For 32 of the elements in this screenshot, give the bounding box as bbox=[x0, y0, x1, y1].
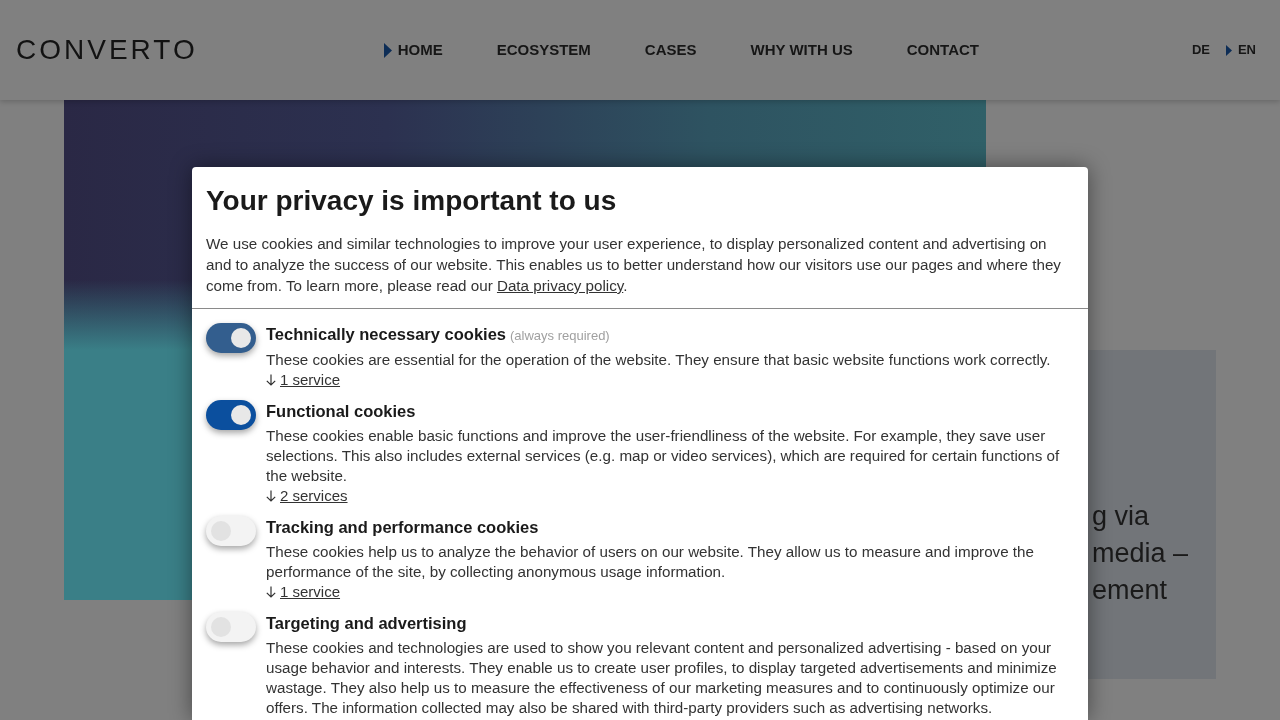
logo[interactable]: CONVERTO bbox=[16, 35, 198, 65]
triangle-marker-icon bbox=[1225, 44, 1232, 56]
services-link[interactable]: 1 service bbox=[266, 582, 341, 602]
toggle-switch[interactable] bbox=[206, 612, 256, 642]
category-title: Targeting and advertising bbox=[266, 614, 467, 632]
toggle-switch[interactable] bbox=[206, 516, 256, 546]
category-description: These cookies are essential for the operation of the website. They ensure that basic website functions work correctly. bbox=[266, 350, 1052, 370]
panel-heading-text: g via bbox=[1092, 500, 1150, 533]
nav-link[interactable]: HOME bbox=[383, 40, 443, 60]
nav-link[interactable]: CASES bbox=[644, 40, 697, 60]
dialog-title: Your privacy is important to us bbox=[206, 184, 618, 218]
category-title: Functional cookies bbox=[266, 402, 416, 420]
category-title: Tracking and performance cookies bbox=[266, 518, 539, 536]
panel-heading-text: ement bbox=[1092, 574, 1168, 607]
arrow-down-icon bbox=[266, 490, 276, 502]
arrow-down-icon bbox=[266, 586, 276, 598]
language-link[interactable]: DE bbox=[1191, 41, 1210, 59]
intro-paragraph: We use cookies and similar technologies to improve your user experience, to display personalized content and advertising on and to analyze the success of our website. This enables us to better understand how our visitors use our pages and where they come from. To learn more, please read our Data privacy policy. bbox=[206, 234, 1062, 296]
nav-link[interactable]: ECOSYSTEM bbox=[496, 40, 591, 60]
category-description: These cookies and technologies are used to show you relevant content and personalized advertising - based on your usage behavior and interests. They enable us to create user profiles, to display targeted advertisements and minimize wastage. They also help us to measure the effectiveness of our marketing measures and to continuously optimize our offers. The information collected may also be shared with third-party providers such as advertising networks. bbox=[266, 638, 1058, 718]
nav-link[interactable]: WHY WITH US bbox=[750, 40, 853, 60]
category-description: These cookies help us to analyze the behavior of users on our website. They allow us to measure and improve the performance of the site, by collecting anonymous usage information. bbox=[266, 542, 1035, 582]
services-link[interactable]: 2 services bbox=[266, 486, 348, 506]
nav-link[interactable]: CONTACT bbox=[906, 40, 979, 60]
category-description: These cookies enable basic functions and improve the user-friendliness of the website. For example, they save user selections. This also includes external services (e.g. map or video services), which are required for certain functions of the website. bbox=[266, 426, 1061, 486]
panel-heading-text: media – bbox=[1092, 537, 1189, 570]
arrow-down-icon bbox=[266, 374, 276, 386]
category-title: Technically necessary cookies bbox=[266, 325, 506, 343]
toggle-switch[interactable] bbox=[206, 400, 256, 430]
triangle-marker-icon bbox=[383, 42, 392, 58]
required-note: (always required) bbox=[510, 328, 610, 343]
language-link[interactable]: EN bbox=[1225, 41, 1256, 59]
